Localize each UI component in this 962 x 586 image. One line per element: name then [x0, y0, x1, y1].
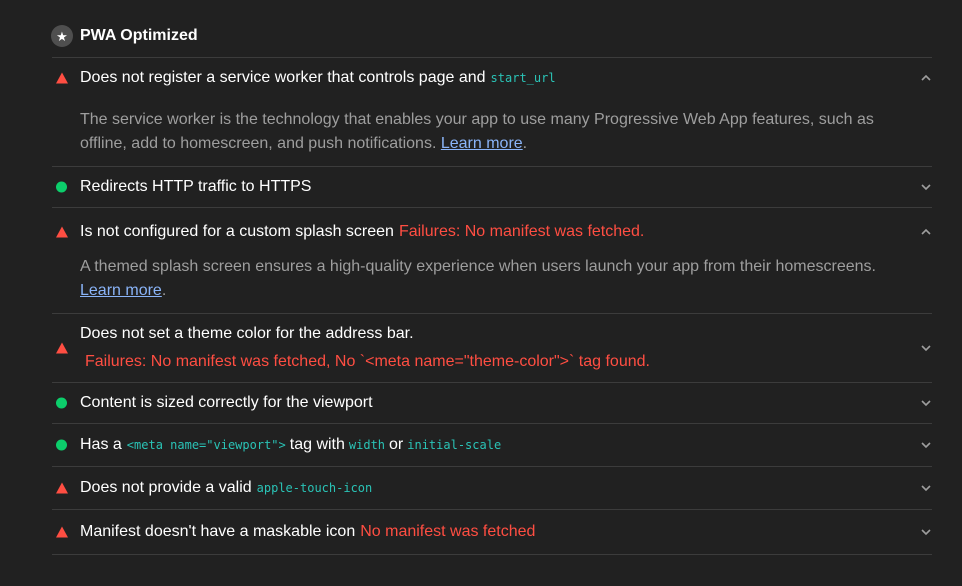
- pass-circle-icon: [56, 397, 67, 409]
- learn-more-link[interactable]: Learn more: [80, 282, 162, 299]
- description-end: .: [161, 282, 167, 299]
- pass-circle-icon: [56, 439, 67, 451]
- audit-header-apple-touch-icon[interactable]: Does not provide a valid apple-touch-ico…: [52, 467, 932, 509]
- chevron-up-icon[interactable]: [920, 72, 932, 84]
- audit-title: Manifest doesn't have a maskable icon: [80, 523, 356, 540]
- chevron-down-icon[interactable]: [920, 526, 932, 538]
- chevron-down-icon[interactable]: [920, 397, 932, 409]
- audit-description: The service worker is the technology tha…: [52, 98, 932, 166]
- audit-title: Content is sized correctly for the viewp…: [80, 394, 373, 411]
- audit-theme-color: Does not set a theme color for the addre…: [52, 313, 932, 382]
- audit-splash-screen: Is not configured for a custom splash sc…: [52, 207, 932, 313]
- fail-triangle-icon: [56, 342, 68, 354]
- section-header: ★ PWA Optimized: [51, 24, 198, 48]
- fail-triangle-icon: [56, 72, 68, 84]
- audit-title: Is not configured for a custom splash sc…: [80, 222, 394, 240]
- audit-viewport: Has a <meta name="viewport"> tag with wi…: [52, 423, 932, 466]
- pass-circle-icon: [56, 181, 67, 193]
- audit-apple-touch-icon: Does not provide a valid apple-touch-ico…: [52, 466, 932, 509]
- audit-title: Does not provide a valid: [80, 479, 252, 496]
- fail-triangle-icon: [56, 482, 68, 494]
- audit-code-width: width: [348, 438, 386, 452]
- section-title: PWA Optimized: [80, 27, 198, 44]
- chevron-up-icon[interactable]: [920, 226, 932, 238]
- audit-content-width: Content is sized correctly for the viewp…: [52, 382, 932, 423]
- audit-header-splash-screen[interactable]: Is not configured for a custom splash sc…: [52, 208, 932, 255]
- chevron-down-icon[interactable]: [920, 439, 932, 451]
- audit-https-redirect: Redirects HTTP traffic to HTTPS: [52, 166, 932, 207]
- audit-title: Redirects HTTP traffic to HTTPS: [80, 178, 312, 195]
- audit-service-worker: Does not register a service worker that …: [52, 57, 932, 166]
- audit-code: start_url: [490, 71, 556, 85]
- chevron-down-icon[interactable]: [920, 342, 932, 354]
- audit-title-or: or: [389, 436, 404, 453]
- audit-header-https-redirect[interactable]: Redirects HTTP traffic to HTTPS: [52, 167, 932, 207]
- learn-more-link[interactable]: Learn more: [441, 135, 523, 152]
- chevron-down-icon[interactable]: [920, 181, 932, 193]
- audit-header-viewport[interactable]: Has a <meta name="viewport"> tag with wi…: [52, 424, 932, 466]
- description-text: A themed splash screen ensures a high-qu…: [80, 258, 876, 275]
- audit-title-prefix: Has a: [80, 436, 122, 453]
- fail-triangle-icon: [56, 226, 68, 237]
- audit-title-mid: tag with: [289, 436, 345, 453]
- audit-title: Does not set a theme color for the addre…: [80, 325, 414, 342]
- audit-header-maskable-icon[interactable]: Manifest doesn't have a maskable icon No…: [52, 510, 932, 554]
- audit-code: apple-touch-icon: [256, 481, 373, 495]
- failure-text: No manifest was fetched: [360, 523, 536, 540]
- description-end: .: [522, 135, 528, 152]
- audit-header-content-width[interactable]: Content is sized correctly for the viewp…: [52, 383, 932, 423]
- audit-code-meta: <meta name="viewport">: [126, 438, 286, 452]
- audit-description: A themed splash screen ensures a high-qu…: [52, 255, 932, 313]
- audit-maskable-icon: Manifest doesn't have a maskable icon No…: [52, 509, 932, 555]
- failure-text: Failures: No manifest was fetched, No `<…: [85, 353, 650, 370]
- failure-text: Failures: No manifest was fetched.: [398, 222, 645, 240]
- audit-header-service-worker[interactable]: Does not register a service worker that …: [52, 58, 932, 98]
- audit-header-theme-color[interactable]: Does not set a theme color for the addre…: [52, 314, 932, 382]
- audit-title: Does not register a service worker that …: [80, 69, 486, 86]
- fail-triangle-icon: [56, 526, 68, 538]
- audit-code-initial-scale: initial-scale: [407, 438, 502, 452]
- star-icon: ★: [51, 25, 73, 47]
- audit-list: Does not register a service worker that …: [52, 57, 932, 555]
- chevron-down-icon[interactable]: [920, 482, 932, 494]
